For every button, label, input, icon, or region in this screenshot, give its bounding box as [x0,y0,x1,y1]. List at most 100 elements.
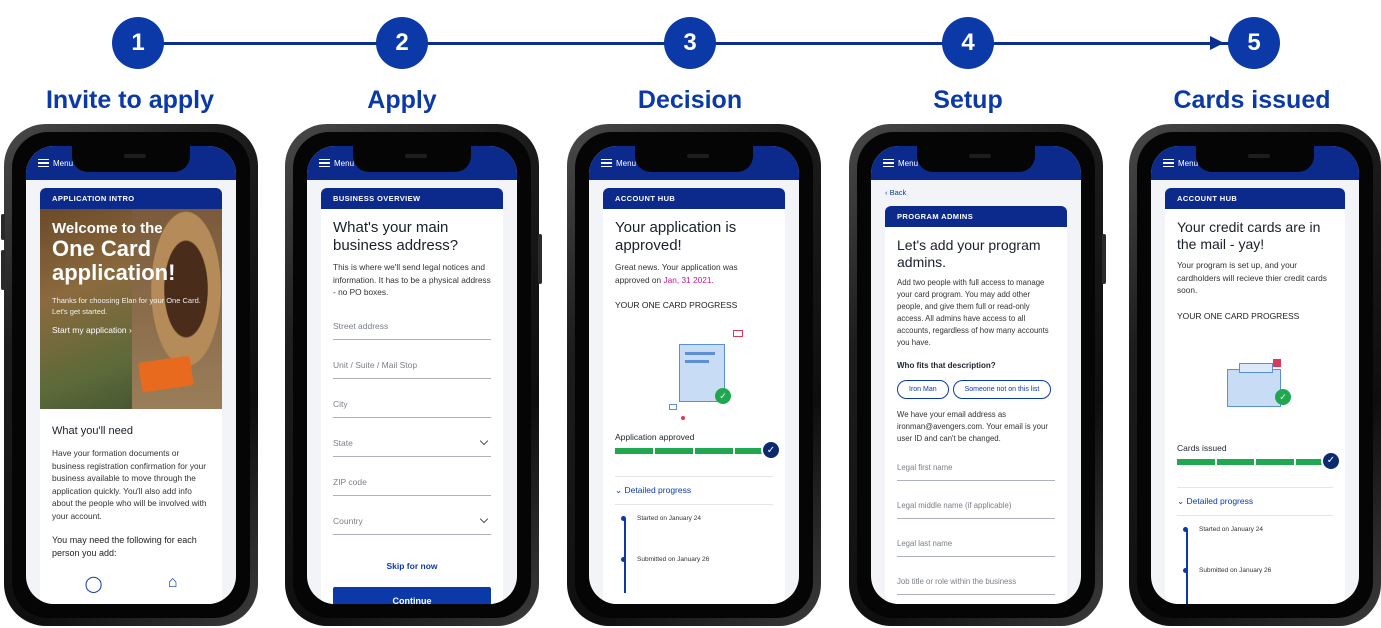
field-placeholder: Street address [333,320,389,331]
field-placeholder: City [333,398,348,409]
progress-timeline: Started on January 24 Submitted on Janua… [615,515,773,593]
middle-name-field[interactable]: Legal middle name (if applicable) [897,501,1055,519]
unit-field[interactable]: Unit / Suite / Mail Stop [333,360,491,379]
intro-card: APPLICATION INTRO Welcome to the One Car… [40,188,222,604]
check-icon: ✓ [1275,388,1291,405]
home-icon[interactable]: ⌂ [168,574,178,594]
step-3-badge: 3 [664,17,716,69]
field-placeholder: Country [333,515,363,526]
timeline-item: Started on January 24 [1183,526,1333,533]
first-name-field[interactable]: Legal first name [897,463,1055,481]
phone-cards-issued: Menu ACCOUNT HUB Your credit cards are i… [1129,124,1381,626]
phone-invite: Menu APPLICATION INTRO Welcome to the On… [1,124,258,626]
page-title: Your application is approved! [615,219,737,254]
menu-icon[interactable] [38,159,49,167]
phone-screen: Menu ‹ Back PROGRAM ADMINS Let's add you… [871,146,1081,604]
step-2-badge: 2 [376,17,428,69]
detailed-progress-toggle[interactable]: ⌄ Detailed progress [1177,486,1333,516]
chevron-down-icon: ⌄ [1177,495,1185,506]
menu-label[interactable]: Menu [1178,159,1198,168]
page-title: Your credit cards are in the mail - yay! [1177,219,1321,252]
envelope-illustration: ✓ [1177,327,1333,437]
state-select[interactable]: State [333,436,491,457]
menu-icon[interactable] [883,159,894,167]
menu-label[interactable]: Menu [334,159,354,168]
need-title: What you'll need [52,425,133,437]
chevron-down-icon: ⌄ [615,485,623,495]
field-placeholder: Legal first name [897,463,953,472]
need-text-2: You may need the following for each pers… [52,535,197,558]
menu-icon[interactable] [1163,159,1174,167]
field-placeholder: Job title or role within the business [897,577,1017,586]
continue-button[interactable]: Continue [333,586,491,604]
phone-apply: Menu BUSINESS OVERVIEW What's your main … [285,124,542,626]
phone-screen: Menu BUSINESS OVERVIEW What's your main … [307,146,517,604]
timeline-item: Submitted on January 26 [621,556,773,563]
city-field[interactable]: City [333,399,491,418]
job-title-field[interactable]: Job title or role within the business [897,577,1055,595]
start-link-label[interactable]: Start my application [52,325,127,335]
email-note: We have your email address as ironman@av… [897,410,1048,443]
phone-screen: Menu APPLICATION INTRO Welcome to the On… [26,146,236,604]
zip-field[interactable]: ZIP code [333,477,491,496]
back-label[interactable]: Back [890,188,907,197]
menu-label[interactable]: Menu [898,159,918,168]
phone-notch [1196,146,1314,172]
back-link[interactable]: ‹ Back [871,180,1081,197]
step-3-title: Decision [637,86,743,114]
detailed-progress-label[interactable]: Detailed progress [1187,496,1254,506]
chip-iron-man[interactable]: Iron Man [897,380,949,399]
section-header: APPLICATION INTRO [40,188,222,209]
section-header: BUSINESS OVERVIEW [321,188,503,209]
page-description: This is where we'll send legal notices a… [333,262,491,297]
progress-timeline: Started on January 24 Submitted on Janua… [1177,526,1333,604]
approval-date: Jan, 31 2021. [663,274,714,285]
field-placeholder: Legal last name [897,539,953,548]
check-circle-icon: ✓ [761,440,781,460]
phone-decision: Menu ACCOUNT HUB Your application is app… [567,124,821,626]
need-text: Have your formation documents or busines… [52,448,207,521]
detailed-progress-toggle[interactable]: ⌄ Detailed progress [615,476,773,505]
menu-icon[interactable] [601,159,612,167]
progress-bar: ✓ [615,440,781,460]
hero-text: Thanks for choosing Elan for your One Ca… [52,296,201,305]
page-title: What's your main business address? [333,219,459,254]
start-application-link[interactable]: Start my application › [52,325,210,335]
phone-notch [353,146,471,172]
field-placeholder: Legal middle name (if applicable) [897,501,1012,510]
progress-bar: ✓ [1177,450,1341,471]
person-icon[interactable]: ◯ [85,574,103,594]
field-placeholder: State [333,437,353,448]
page-description: Add two people with full access to manag… [897,278,1049,347]
section-header: ACCOUNT HUB [603,188,785,209]
country-select[interactable]: Country [333,514,491,535]
hero-text-2: Let's get started. [52,307,108,316]
menu-label[interactable]: Menu [53,159,73,168]
street-address-field[interactable]: Street address [333,321,491,340]
progress-heading: YOUR ONE CARD PROGRESS [615,300,738,310]
menu-label[interactable]: Menu [616,159,636,168]
last-name-field[interactable]: Legal last name [897,539,1055,557]
phone-setup: Menu ‹ Back PROGRAM ADMINS Let's add you… [849,124,1106,626]
skip-link[interactable]: Skip for now [333,561,491,571]
phone-notch [635,146,753,172]
page-description: Your program is set up, and your cardhol… [1177,260,1327,295]
document-illustration: ✓ [615,316,773,426]
hero-title-line2: One Card [52,236,152,261]
detailed-progress-label[interactable]: Detailed progress [625,485,692,495]
hero-title-line1: Welcome to the [52,220,163,237]
step-1-badge: 1 [112,17,164,69]
step-1-title: Invite to apply [45,86,215,114]
progress-heading: YOUR ONE CARD PROGRESS [1177,310,1300,321]
chip-someone-else[interactable]: Someone not on this list [952,380,1052,399]
step-4-badge: 4 [942,17,994,69]
status-label: Application approved [615,432,695,442]
menu-icon[interactable] [319,159,330,167]
step-2-title: Apply [367,86,437,114]
arrow-head-icon [1210,36,1224,50]
question-label: Who fits that description? [897,361,996,370]
phone-screen: Menu ACCOUNT HUB Your application is app… [589,146,799,604]
field-placeholder: Unit / Suite / Mail Stop [333,359,418,370]
timeline-item: Submitted on January 26 [1183,567,1333,574]
chevron-down-icon [479,514,489,523]
